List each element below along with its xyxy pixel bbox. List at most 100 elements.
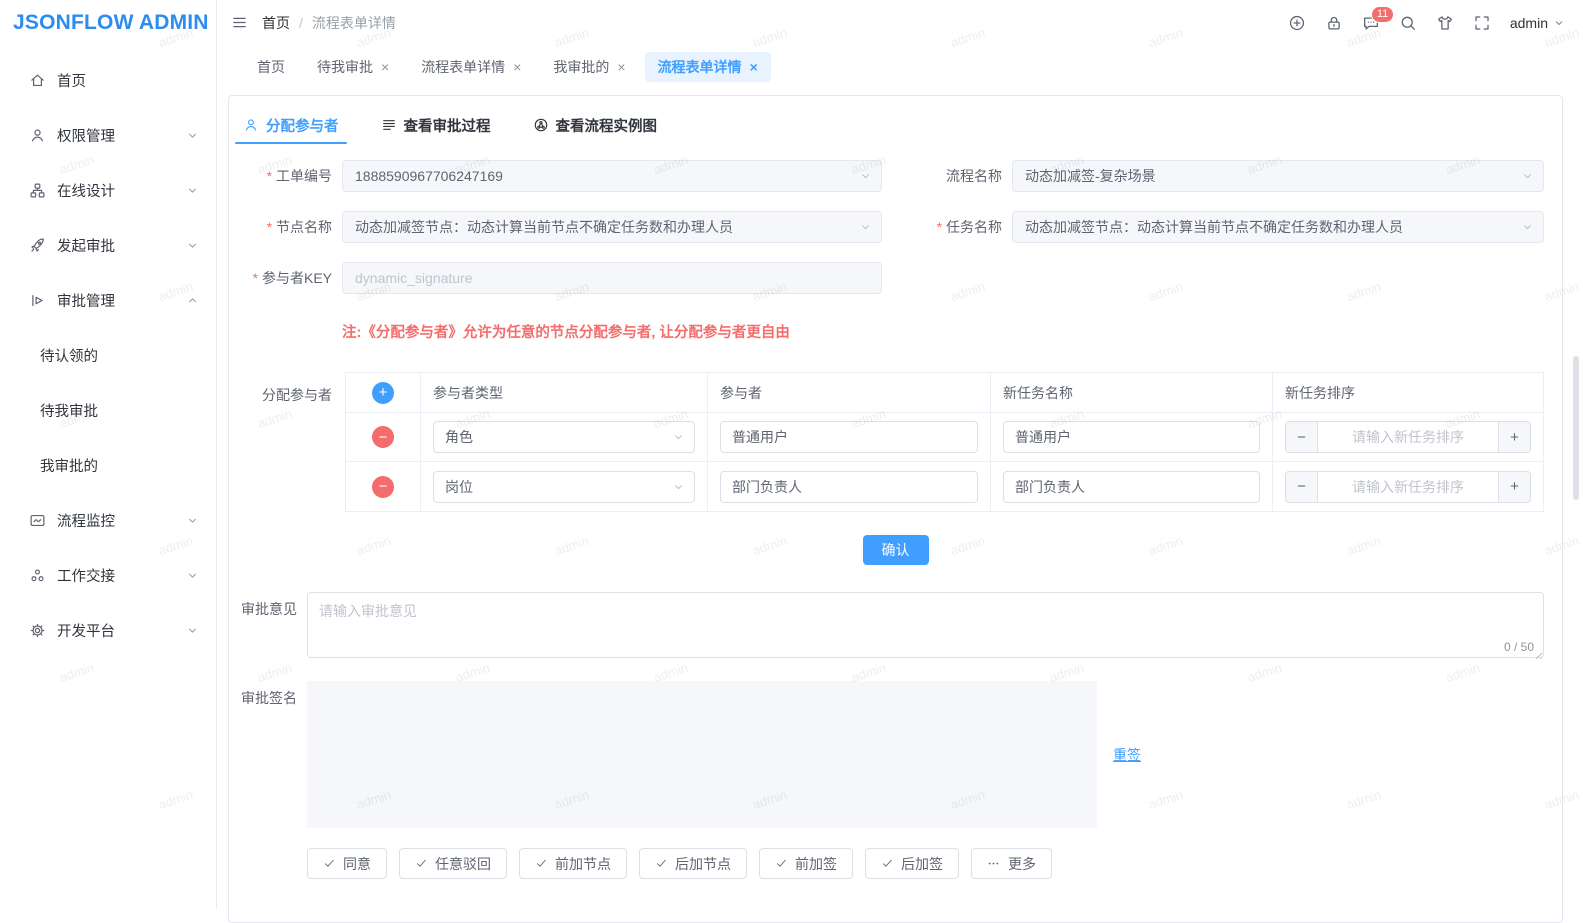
content-tab[interactable]: 查看流程实例图 <box>533 106 658 144</box>
node-name-select[interactable]: 动态加减签节点：动态计算当前节点不确定任务数和办理人员 <box>342 211 882 243</box>
decrease-button[interactable]: − <box>1286 422 1317 452</box>
close-icon[interactable]: × <box>750 60 758 74</box>
content-tab[interactable]: 查看审批过程 <box>381 106 491 144</box>
sidebar-item[interactable]: 开发平台 <box>0 603 216 658</box>
order-no-select[interactable]: 1888590967706247169 <box>342 160 882 192</box>
chevron-down-icon <box>672 431 685 444</box>
close-icon[interactable]: × <box>617 60 625 74</box>
content-tab-label: 分配参与者 <box>266 115 339 136</box>
signature-canvas[interactable] <box>307 681 1097 828</box>
page-tab[interactable]: 我审批的 × <box>540 52 638 82</box>
action-button[interactable]: 前加节点 <box>519 848 627 879</box>
add-row-button[interactable]: + <box>372 382 394 404</box>
sidebar-subitem[interactable]: 我审批的 <box>0 438 216 493</box>
sidebar-item[interactable]: 在线设计 <box>0 163 216 218</box>
field-label-participant-key: 参与者KEY <box>241 268 332 288</box>
participant-input[interactable] <box>720 471 978 503</box>
new-task-name-input[interactable] <box>1003 471 1260 503</box>
action-button[interactable]: 后加节点 <box>639 848 747 879</box>
process-name-select[interactable]: 动态加减签-复杂场景 <box>1012 160 1544 192</box>
breadcrumb-home[interactable]: 首页 <box>262 13 290 33</box>
user-menu[interactable]: admin <box>1510 15 1565 31</box>
sidebar-item[interactable]: 工作交接 <box>0 548 216 603</box>
content-tabs: 分配参与者 查看审批过程 查看流程实例图 <box>241 106 1550 144</box>
action-button-label: 同意 <box>343 854 371 874</box>
column-header: 参与者 <box>708 373 991 413</box>
decrease-button[interactable]: − <box>1286 472 1317 502</box>
remove-row-button[interactable]: − <box>372 426 394 448</box>
field-label-node-name: 节点名称 <box>241 217 332 237</box>
close-icon[interactable]: × <box>513 60 521 74</box>
chevron-down-icon <box>672 480 685 493</box>
workorder-form: 工单编号 1888590967706247169 流程名称 动态加减签-复杂场景… <box>241 160 1550 294</box>
sidebar-item-label: 在线设计 <box>57 180 186 201</box>
list-lines-icon <box>381 117 397 133</box>
opinion-textarea[interactable] <box>307 592 1544 658</box>
design-blocks-icon <box>29 182 46 199</box>
check-icon <box>323 857 336 870</box>
char-counter: 0 / 50 <box>1500 640 1534 654</box>
new-task-name-input[interactable] <box>1003 421 1260 453</box>
action-button-label: 前加节点 <box>555 854 611 874</box>
close-icon[interactable]: × <box>381 60 389 74</box>
sidebar-item-label: 审批管理 <box>57 290 186 311</box>
action-button[interactable]: 前加签 <box>759 848 853 879</box>
sidebar-item-label: 发起审批 <box>57 235 186 256</box>
opinion-field: 0 / 50 <box>307 592 1544 661</box>
page-tab[interactable]: 流程表单详情 × <box>408 52 534 82</box>
column-header: 参与者类型 <box>421 373 708 413</box>
chevron-down-icon <box>1553 17 1565 29</box>
sidebar-item[interactable]: 流程监控 <box>0 493 216 548</box>
participant-input[interactable] <box>720 421 978 453</box>
flow-diagram-icon <box>533 117 549 133</box>
task-name-select[interactable]: 动态加减签节点：动态计算当前节点不确定任务数和办理人员 <box>1012 211 1544 243</box>
sidebar-item[interactable]: 发起审批 <box>0 218 216 273</box>
chevron-down-icon <box>186 569 199 582</box>
participant-type-select[interactable]: 角色 <box>433 421 695 453</box>
action-button[interactable]: 同意 <box>307 848 387 879</box>
action-button-label: 前加签 <box>795 854 837 874</box>
new-task-order-input[interactable] <box>1317 472 1499 502</box>
sidebar: JSONFLOW ADMIN 首页 权限管理 在线设计 发起审批 审批管理 待认… <box>0 0 217 909</box>
page-tab[interactable]: 待我审批 × <box>304 52 402 82</box>
theme-shirt-icon[interactable] <box>1436 14 1454 32</box>
lock-icon[interactable] <box>1325 14 1343 32</box>
collapse-menu-icon[interactable] <box>231 14 248 31</box>
action-button-label: 后加签 <box>901 854 943 874</box>
increase-button[interactable]: + <box>1499 422 1530 452</box>
sidebar-item[interactable]: 首页 <box>0 53 216 108</box>
circle-plus-icon[interactable] <box>1288 14 1306 32</box>
field-label-task-name: 任务名称 <box>892 217 1002 237</box>
participant-key-input[interactable] <box>342 262 882 294</box>
message-icon[interactable]: 11 <box>1362 14 1380 32</box>
fullscreen-icon[interactable] <box>1473 14 1491 32</box>
resign-link[interactable]: 重签 <box>1113 745 1141 765</box>
scrollbar-thumb[interactable] <box>1573 356 1579 500</box>
field-label-order-no: 工单编号 <box>241 166 332 186</box>
confirm-button[interactable]: 确认 <box>863 535 929 565</box>
content-tab-label: 查看审批过程 <box>404 115 491 136</box>
participant-key-field <box>342 262 882 294</box>
participant-type-select[interactable]: 岗位 <box>433 471 695 503</box>
content-tab[interactable]: 分配参与者 <box>243 106 339 144</box>
sidebar-subitem[interactable]: 待认领的 <box>0 328 216 383</box>
breadcrumb: 首页 / 流程表单详情 <box>262 13 396 33</box>
participant-row: − 岗位 − + <box>346 462 1543 511</box>
page-tab[interactable]: 首页 <box>244 52 298 82</box>
check-icon <box>775 857 788 870</box>
confirm-row: 确认 <box>241 535 1550 565</box>
search-icon[interactable] <box>1399 14 1417 32</box>
sidebar-item[interactable]: 权限管理 <box>0 108 216 163</box>
more-button[interactable]: 更多 <box>971 848 1052 879</box>
increase-button[interactable]: + <box>1499 472 1530 502</box>
field-label-process-name: 流程名称 <box>892 166 1002 186</box>
remove-row-button[interactable]: − <box>372 476 394 498</box>
new-task-order-input[interactable] <box>1317 422 1499 452</box>
action-button[interactable]: 后加签 <box>865 848 959 879</box>
sidebar-item-label: 首页 <box>57 70 199 91</box>
signature-section: 审批签名 重签 <box>241 681 1550 828</box>
sidebar-item[interactable]: 审批管理 <box>0 273 216 328</box>
sidebar-subitem[interactable]: 待我审批 <box>0 383 216 438</box>
action-button[interactable]: 任意驳回 <box>399 848 507 879</box>
page-tab[interactable]: 流程表单详情 × <box>645 52 771 82</box>
